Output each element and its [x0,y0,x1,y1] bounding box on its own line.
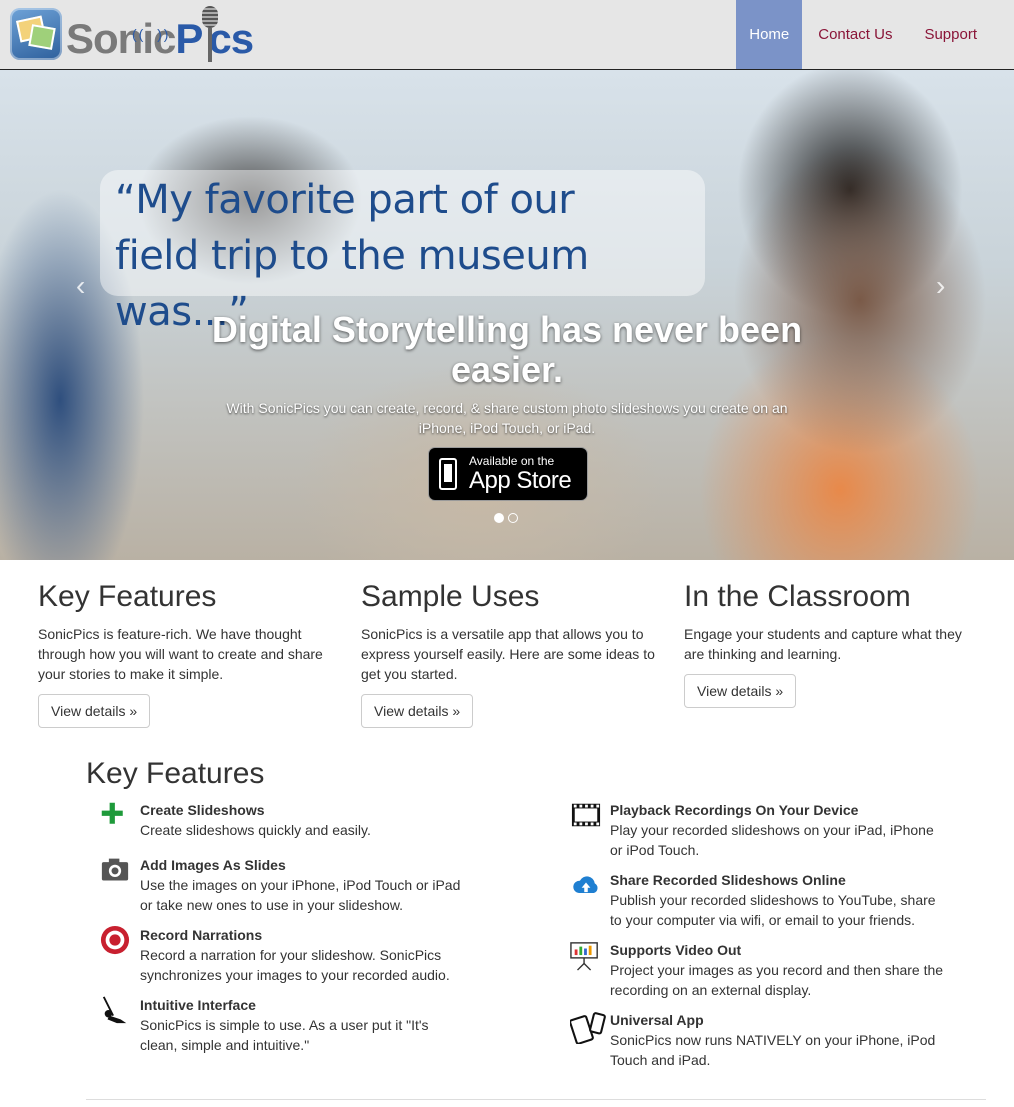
record-icon [100,925,130,955]
main-nav: Home Contact Us Support [736,0,1014,69]
iphone-icon [439,458,457,490]
feature-record-narrations: Record Narrations Record a narration for … [86,925,466,985]
features-heading: Key Features [86,757,265,790]
view-details-button[interactable]: View details » [684,674,797,708]
sound-waves-icon: (( )) [132,26,171,42]
carousel-indicators [494,513,518,523]
cloud-upload-icon [573,876,598,893]
feature-share-online: Share Recorded Slideshows Online Publish … [570,870,950,930]
column-title: In the Classroom [684,580,911,613]
view-details-button[interactable]: View details » [38,694,151,728]
nav-support[interactable]: Support [908,0,1014,69]
devices-icon [570,1012,606,1044]
film-icon [571,803,601,827]
camera-icon [101,858,129,881]
hero-subtitle: With SonicPics you can create, record, &… [226,400,788,436]
microphone-icon [192,4,228,64]
feature-intuitive-interface: Intuitive Interface SonicPics is simple t… [86,995,466,1055]
projector-icon [570,942,598,971]
carousel-indicator-1[interactable] [494,513,504,523]
app-icon [10,8,62,60]
feature-add-images: Add Images As Slides Use the images on yo… [86,855,466,915]
plus-icon [101,802,123,824]
nav-contact-us[interactable]: Contact Us [802,0,908,69]
column-title: Sample Uses [361,580,540,613]
column-title: Key Features [38,580,217,613]
view-details-button[interactable]: View details » [361,694,474,728]
feature-video-out: Supports Video Out Project your images as… [570,940,950,1000]
feature-universal-app: Universal App SonicPics now runs NATIVELY… [570,1010,950,1070]
carousel-next-icon[interactable]: › [936,270,945,302]
navbar: SonicP cs (( )) Home Contact Us Support [0,0,1014,70]
column-text: Engage your students and capture what th… [684,626,962,662]
column-text: SonicPics is a versatile app that allows… [361,626,655,682]
app-store-badge[interactable]: Available on the App Store [428,447,588,501]
column-sample-uses: Sample Uses SonicPics is a versatile app… [361,578,661,728]
nav-home[interactable]: Home [736,0,803,69]
column-in-the-classroom: In the Classroom Engage your students an… [684,578,984,708]
brand-logo[interactable]: SonicP cs (( )) [10,2,254,66]
feature-create-slideshows: Create Slideshows Create slideshows quick… [86,800,466,840]
column-key-features: Key Features SonicPics is feature-rich. … [38,578,338,728]
carousel-prev-icon[interactable]: ‹ [76,270,85,302]
carousel-indicator-2[interactable] [508,513,518,523]
column-text: SonicPics is feature-rich. We have thoug… [38,626,323,682]
divider [86,1099,986,1100]
swing-icon [102,996,127,1024]
feature-playback-recordings: Playback Recordings On Your Device Play y… [570,800,950,860]
hero-title: Digital Storytelling has never been easi… [211,309,803,390]
hero-carousel: “My favorite part of our field trip to t… [0,70,1014,560]
